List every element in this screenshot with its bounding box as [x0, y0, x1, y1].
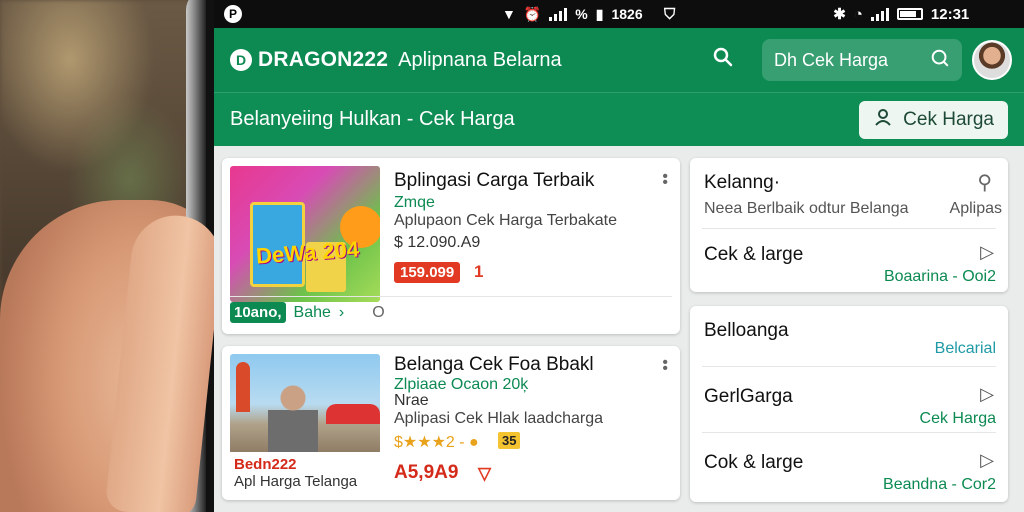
divider: [702, 366, 996, 367]
product-title: Bplingasi Carga Terbaik: [394, 170, 595, 191]
caption-text: Apl Harga Telanga: [234, 473, 358, 490]
battery-icon: [896, 8, 923, 20]
chevron-right-icon[interactable]: ›: [339, 304, 344, 322]
divider: [702, 228, 996, 229]
bluetooth-icon: ✱: [833, 6, 846, 23]
side-title: Kelanng·: [704, 172, 781, 193]
brand-name: DRAGON222: [258, 48, 389, 71]
phone-screen: P ▼ ⏰ % ▮ 1826 ⛉ ✱ ◔ 12:31 D DRAGON222 A…: [214, 0, 1024, 512]
product-subtitle: Zmqe: [394, 194, 435, 211]
search-placeholder: Dh Cek Harga: [774, 49, 889, 70]
status-time-center: 1826: [611, 6, 643, 22]
side-subtitle: Neea Berlbaik odtur Belanga: [704, 200, 909, 217]
side-item-meta: Beandna - Cor2: [883, 476, 996, 493]
footer-chip[interactable]: 10ano,: [230, 302, 286, 323]
product-card[interactable]: DeWa 204 Bplingasi Carga Terbaik Zmqe Ap…: [222, 158, 680, 334]
status-bar: P ▼ ⏰ % ▮ 1826 ⛉ ✱ ◔ 12:31: [214, 0, 1024, 28]
more-options-icon[interactable]: • •: [662, 169, 668, 191]
search-icon[interactable]: [712, 46, 734, 74]
sub-header-title: Belanyeiing Hulkan - Cek Harga: [230, 108, 515, 130]
p-app-icon: P: [224, 5, 242, 23]
search-field-icon[interactable]: [930, 48, 950, 73]
wifi-right-icon: ◔: [853, 5, 863, 23]
discount-flag: 1: [474, 262, 484, 281]
battery-small-icon: ▮: [595, 5, 604, 22]
brand-subtitle: Aplipnana Belarna: [398, 48, 562, 71]
side-item[interactable]: Cek & large: [704, 244, 803, 266]
play-arrow-icon[interactable]: ▷: [980, 450, 994, 471]
percent-icon: %: [575, 6, 588, 22]
status-time: 12:31: [930, 5, 970, 23]
play-arrow-icon[interactable]: ▷: [980, 242, 994, 263]
cek-harga-label: Cek Harga: [903, 108, 994, 130]
product-subtitle-2: Nrae: [394, 392, 429, 409]
user-icon: [873, 107, 893, 133]
pin-icon[interactable]: ⚲: [977, 170, 992, 195]
side-subtitle-right: Aplipas: [949, 200, 1002, 217]
divider: [702, 432, 996, 433]
cek-harga-button[interactable]: Cek Harga: [859, 100, 1008, 139]
rating-stars: $★★★2 - ●: [394, 434, 479, 451]
app-bar: D DRAGON222 Aplipnana Belarna Dh Cek Har…: [214, 28, 1024, 92]
side-title: Belloanga: [704, 320, 789, 341]
signal-right-icon: [870, 7, 889, 21]
footer-link[interactable]: Bahe: [294, 304, 331, 322]
card-footer: 10ano, Bahe › O: [230, 296, 672, 326]
play-arrow-icon[interactable]: ▷: [980, 384, 994, 405]
wifi-icon: ▼: [502, 6, 516, 22]
footer-o: O: [372, 303, 385, 321]
product-card[interactable]: Bedn222 Apl Harga Telanga Belanga Cek Fo…: [222, 346, 680, 500]
avatar[interactable]: [972, 40, 1012, 80]
caption-brand: Bedn222: [234, 456, 297, 473]
search-field[interactable]: Dh Cek Harga: [762, 39, 962, 81]
price-badge: 159.099: [394, 262, 461, 283]
product-old-price: $ 12.090.A9: [394, 234, 481, 251]
product-image: [230, 354, 380, 454]
side-item-meta: Cek Harga: [919, 410, 996, 427]
product-description: Aplipasi Cek Hlak laadcharga: [394, 410, 603, 427]
side-item-meta: Boaarina - Ooi2: [883, 268, 996, 285]
alarm-icon: ⏰: [523, 5, 542, 22]
side-card-top: Kelanng· ⚲ Neea Berlbaik odtur Belanga A…: [690, 158, 1008, 292]
product-description: Aplupaon Cek Harga Terbakate: [394, 212, 617, 229]
price-flag: ▽: [478, 464, 492, 483]
shield-icon: ⛉: [664, 5, 676, 23]
product-image: DeWa 204: [230, 166, 380, 302]
product-image-caption: Bedn222 Apl Harga Telanga: [230, 452, 380, 494]
side-title-teal: Belcarial: [934, 340, 996, 357]
side-card-bottom: Belloanga Belcarial GerlGarga ▷ Cek Harg…: [690, 306, 1008, 502]
more-options-icon[interactable]: • •: [662, 355, 668, 377]
brand-logo-icon: D: [230, 49, 252, 71]
product-price: A5,9A9: [394, 462, 459, 483]
main-content: DeWa 204 Bplingasi Carga Terbaik Zmqe Ap…: [214, 146, 1024, 512]
product-title: Belanga Cek Foa Bbakl: [394, 354, 594, 375]
side-item[interactable]: GerlGarga: [704, 386, 793, 408]
sub-header: Belanyeiing Hulkan - Cek Harga Cek Harga: [214, 92, 1024, 146]
signal-icon: [549, 7, 568, 21]
side-item[interactable]: Cok & large: [704, 452, 803, 474]
rating-badge: 35: [498, 432, 521, 449]
status-center: ▼ ⏰ % ▮ 1826: [502, 6, 643, 23]
